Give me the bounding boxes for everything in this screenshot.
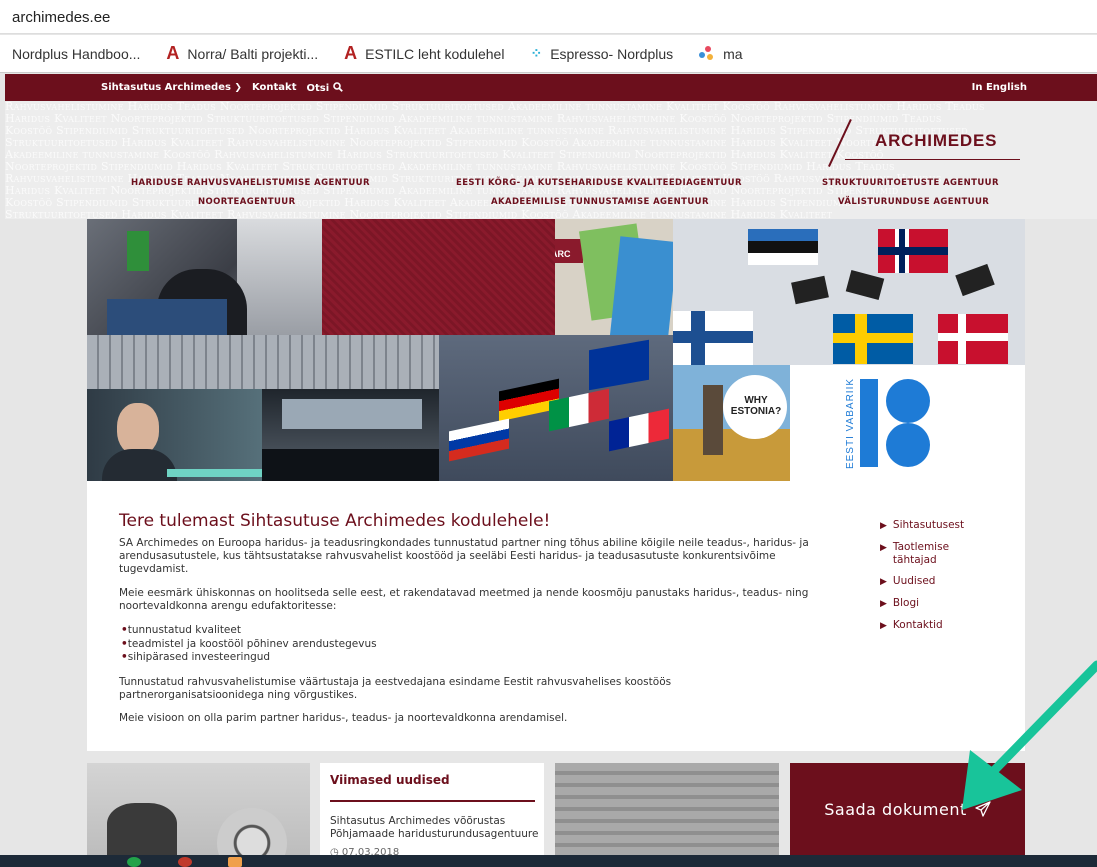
- nav-kontakt[interactable]: Kontakt: [252, 82, 297, 93]
- intro-paragraph: SA Archimedes on Euroopa haridus- ja tea…: [119, 537, 809, 575]
- side-link-label: Kontaktid: [892, 619, 943, 631]
- side-link-label: Blogi: [892, 597, 920, 609]
- side-link-kontaktid[interactable]: ▶ Kontaktid: [880, 619, 1000, 633]
- logo-text: ARCHIMEDES: [875, 131, 998, 150]
- bookmark-nordplus-handbook[interactable]: Nordplus Handboo...: [12, 46, 140, 62]
- side-link-taotlemise-tahtajad[interactable]: ▶ Taotlemise tähtajad: [880, 541, 1000, 567]
- side-link-uudised[interactable]: ▶ Uudised: [880, 575, 1000, 589]
- triangle-right-icon: ▶: [880, 577, 887, 587]
- color-dots-icon: [699, 45, 715, 62]
- clock-icon: ◷: [330, 847, 339, 855]
- photo-conference: [87, 219, 322, 335]
- triangle-right-icon: ▶: [880, 621, 887, 631]
- site-top-nav: Sihtasutus Archimedes ❯ Kontakt Otsi In …: [5, 74, 1097, 101]
- agency-link-valisturunduse[interactable]: VÄLISTURUNDUSE AGENTUUR: [838, 197, 989, 207]
- list-item: sihipärased investeeringud: [121, 651, 377, 665]
- photo-eesti-vabariik: EESTI VABARIIK 18: [790, 365, 1025, 481]
- photo-building: [87, 335, 439, 389]
- vision-paragraph: Meie visioon on olla parim partner harid…: [119, 712, 568, 724]
- side-link-label: Sihtasutusest: [892, 519, 965, 531]
- bookmark-label: Norra/ Balti projekti...: [187, 45, 319, 62]
- nav-sihtasutus-archimedes[interactable]: Sihtasutus Archimedes ❯: [101, 82, 242, 93]
- side-link-label: Uudised: [892, 575, 936, 587]
- agency-link-noorteagentuur[interactable]: NOORTEAGENTUUR: [198, 197, 296, 207]
- photo-brochures: ARC: [555, 219, 673, 335]
- bookmark-label: ESTILC leht kodulehel: [365, 45, 505, 62]
- archimedes-logo[interactable]: ARCHIMEDES: [828, 119, 1025, 167]
- photo-lecture-hall-card[interactable]: [555, 763, 779, 855]
- agency-link-tunnustamise[interactable]: AKADEEMILISE TUNNUSTAMISE AGENTUUR: [491, 197, 709, 207]
- news-date-text: 07.03.2018: [341, 847, 400, 855]
- goal-paragraph: Meie eesmärk ühiskonnas on hoolitseda se…: [119, 587, 809, 612]
- app-icon[interactable]: [228, 857, 242, 867]
- bookmark-label: ma: [723, 45, 743, 62]
- photo-collage: ARC: [87, 219, 1025, 481]
- mini-logo-text: ARC: [555, 249, 571, 259]
- news-item-link[interactable]: Sihtasutus Archimedes võõrustas Põhjamaa…: [330, 815, 540, 841]
- photo-why-estonia: WHY ESTONIA?: [673, 365, 790, 481]
- photo-maroon-pattern: [322, 219, 555, 335]
- chrome-icon[interactable]: [127, 857, 141, 867]
- side-link-label: Taotlemise tähtajad: [892, 541, 950, 566]
- list-item: tunnustatud kvaliteet: [121, 624, 377, 638]
- dots-icon: ⁘: [530, 45, 543, 61]
- os-taskbar: [0, 855, 1097, 867]
- triangle-right-icon: ▶: [880, 543, 887, 553]
- bookmark-estilc[interactable]: A ESTILC leht kodulehel: [344, 43, 504, 64]
- paper-plane-icon: [975, 801, 991, 817]
- photo-nordic-flags: [673, 219, 1025, 365]
- bookmarks-bar: Nordplus Handboo... A Norra/ Balti proje…: [0, 35, 1097, 73]
- bookmark-label: Espresso- Nordplus: [550, 45, 674, 62]
- photo-statue-card[interactable]: [87, 763, 310, 855]
- goal-list: tunnustatud kvaliteet teadmistel ja koos…: [121, 624, 377, 665]
- page-title: Tere tulemast Sihtasutuse Archimedes kod…: [119, 511, 551, 531]
- in-english-link[interactable]: In English: [972, 82, 1027, 93]
- bookmark-norra-balti[interactable]: A Norra/ Balti projekti...: [166, 43, 318, 64]
- photo-portrait: [87, 389, 262, 481]
- bookmark-label: Nordplus Handboo...: [12, 45, 141, 62]
- welcome-section: Tere tulemast Sihtasutuse Archimedes kod…: [87, 481, 1025, 751]
- side-links: ▶ Sihtasutusest ▶ Taotlemise tähtajad ▶ Uud…: [880, 519, 1000, 641]
- url-text: archimedes.ee: [12, 9, 111, 26]
- triangle-right-icon: ▶: [880, 521, 887, 531]
- bookmark-espresso-nordplus[interactable]: ⁘ Espresso- Nordplus: [530, 45, 673, 62]
- archimedes-a-icon: A: [344, 43, 358, 63]
- list-item: teadmistel ja koostööl põhinev arenduste…: [121, 638, 377, 652]
- archimedes-a-icon: A: [166, 43, 180, 63]
- side-link-sihtasutusest[interactable]: ▶ Sihtasutusest: [880, 519, 1000, 533]
- address-bar[interactable]: archimedes.ee: [0, 0, 1097, 34]
- mission-paragraph: Tunnustatud rahvusvahelistumise väärtust…: [119, 676, 672, 701]
- agency-link-kvaliteediagentuur[interactable]: EESTI KÕRG- JA KUTSEHARIDUSE KVALITEEDIA…: [456, 178, 742, 188]
- bookmark-ma[interactable]: ma: [699, 45, 743, 62]
- news-heading: Viimased uudised: [330, 773, 450, 787]
- agency-link-struktuuritoetuste[interactable]: STRUKTUURITOETUSTE AGENTUUR: [822, 178, 999, 188]
- agency-header: Rahvusvahelistumine Haridus Teadus Noort…: [5, 101, 1097, 219]
- search-icon: [332, 81, 343, 92]
- send-document-button[interactable]: Saada dokument: [790, 763, 1025, 855]
- latest-news-card[interactable]: Viimased uudised Sihtasutus Archimedes v…: [320, 763, 544, 855]
- send-document-label: Saada dokument: [824, 799, 967, 819]
- nav-label: Sihtasutus Archimedes: [101, 82, 231, 93]
- app-icon[interactable]: [178, 857, 192, 867]
- nav-otsi[interactable]: Otsi: [306, 81, 343, 94]
- news-date: ◷ 07.03.2018: [330, 847, 399, 855]
- photo-eu-flags: [439, 335, 673, 481]
- nav-label: Otsi: [306, 82, 330, 94]
- photo-simulator: [262, 389, 439, 481]
- chevron-down-icon: ❯: [234, 83, 242, 93]
- why-estonia-text: WHY ESTONIA?: [730, 395, 782, 417]
- side-link-blogi[interactable]: ▶ Blogi: [880, 597, 1000, 611]
- triangle-right-icon: ▶: [880, 599, 887, 609]
- agency-link-hariduse[interactable]: HARIDUSE RAHVUSVAHELISTUMISE AGENTUUR: [131, 178, 370, 188]
